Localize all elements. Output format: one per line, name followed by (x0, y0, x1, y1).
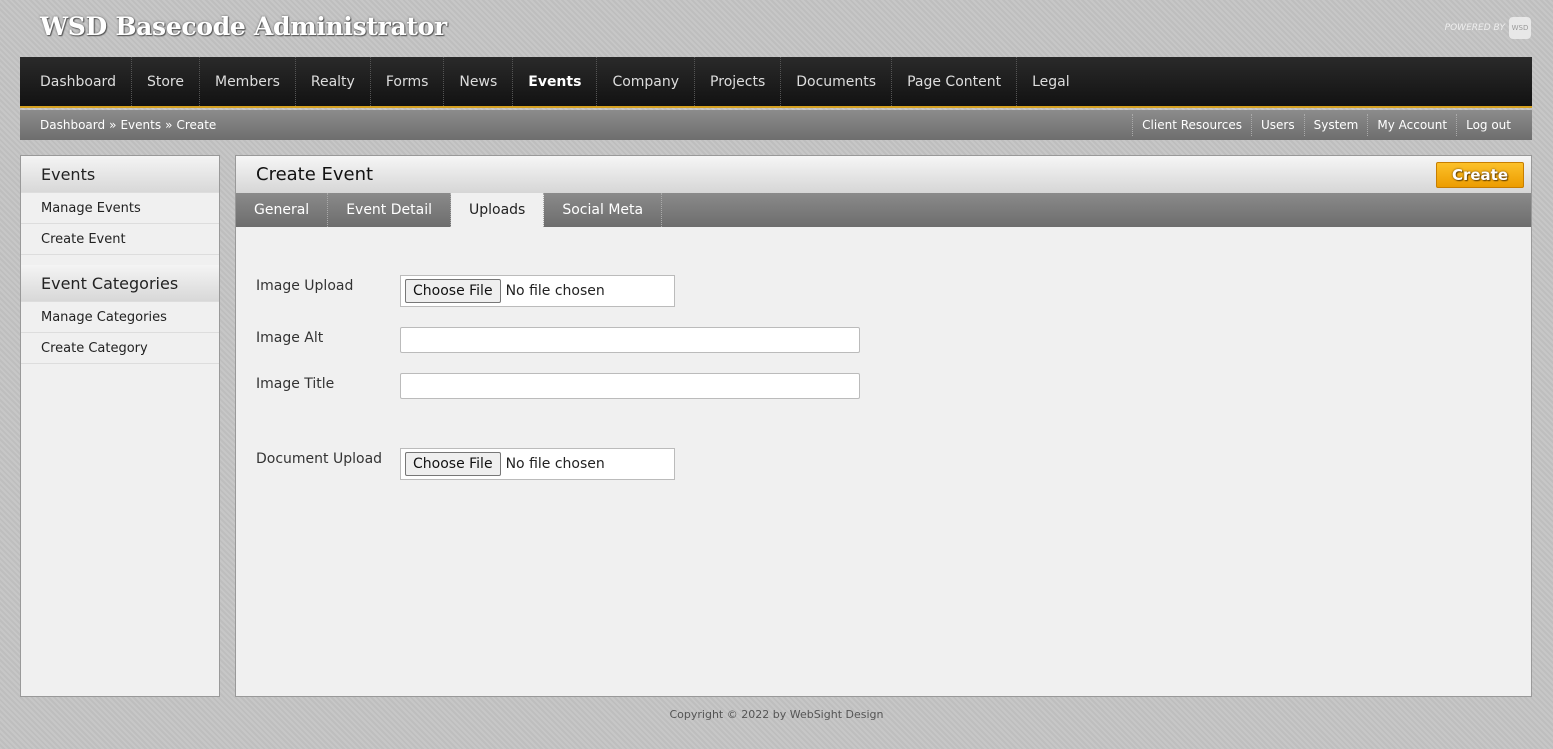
client-resources-link[interactable]: Client Resources (1132, 114, 1251, 136)
image-file-status: No file chosen (505, 283, 605, 299)
sidebar-item-manage-categories[interactable]: Manage Categories (21, 302, 219, 333)
breadcrumb-separator: » (165, 118, 173, 132)
document-file-status: No file chosen (505, 456, 605, 472)
app-title: WSD Basecode Administrator (40, 12, 447, 41)
powered-by[interactable]: POWERED BY WSD (1445, 17, 1531, 39)
image-upload-label: Image Upload (256, 278, 354, 294)
main-nav: Dashboard Store Members Realty Forms New… (20, 57, 1532, 108)
breadcrumb-dashboard[interactable]: Dashboard (40, 118, 105, 132)
nav-item-news[interactable]: News (444, 57, 514, 106)
page-title: Create Event (256, 164, 374, 185)
nav-item-legal[interactable]: Legal (1017, 57, 1085, 106)
sidebar-heading-event-categories: Event Categories (21, 265, 219, 302)
breadcrumb-create: Create (176, 118, 217, 132)
tab-event-detail[interactable]: Event Detail (328, 193, 451, 227)
nav-item-forms[interactable]: Forms (371, 57, 445, 106)
nav-item-realty[interactable]: Realty (296, 57, 371, 106)
main-header: Create Event Create (236, 156, 1531, 193)
document-choose-file-button[interactable]: Choose File (405, 452, 501, 476)
nav-item-page-content[interactable]: Page Content (892, 57, 1018, 106)
main-panel: Create Event Create General Event Detail… (235, 155, 1532, 697)
breadcrumb-events[interactable]: Events (120, 118, 161, 132)
powered-by-label: POWERED BY (1444, 23, 1505, 33)
sidebar-item-create-event[interactable]: Create Event (21, 224, 219, 255)
nav-item-store[interactable]: Store (132, 57, 200, 106)
tab-general[interactable]: General (236, 193, 329, 227)
wsd-logo-icon: WSD (1509, 17, 1531, 39)
tab-social-meta[interactable]: Social Meta (544, 193, 663, 227)
sidebar-item-create-category[interactable]: Create Category (21, 333, 219, 364)
system-link[interactable]: System (1303, 114, 1368, 136)
image-alt-input[interactable] (400, 327, 860, 353)
users-link[interactable]: Users (1251, 114, 1304, 136)
nav-item-company[interactable]: Company (597, 57, 696, 106)
nav-item-documents[interactable]: Documents (781, 57, 893, 106)
nav-item-events[interactable]: Events (513, 57, 598, 106)
sidebar-item-manage-events[interactable]: Manage Events (21, 193, 219, 224)
document-upload-field[interactable]: Choose File No file chosen (400, 448, 675, 480)
image-title-label: Image Title (256, 376, 335, 392)
my-account-link[interactable]: My Account (1367, 114, 1456, 136)
utility-links: Client Resources Users System My Account… (1132, 110, 1532, 140)
log-out-link[interactable]: Log out (1456, 114, 1520, 136)
tab-bar: General Event Detail Uploads Social Meta (236, 193, 1531, 227)
nav-item-dashboard[interactable]: Dashboard (20, 57, 132, 106)
create-button[interactable]: Create (1436, 162, 1524, 188)
document-upload-label: Document Upload (256, 451, 383, 467)
breadcrumb-separator: » (109, 118, 117, 132)
nav-item-members[interactable]: Members (200, 57, 296, 106)
image-alt-label: Image Alt (256, 330, 324, 346)
tab-uploads[interactable]: Uploads (451, 193, 545, 227)
image-choose-file-button[interactable]: Choose File (405, 279, 501, 303)
sidebar: Events Manage Events Create Event Event … (20, 155, 220, 697)
sub-bar: Dashboard » Events » Create Client Resou… (20, 110, 1532, 140)
image-upload-field[interactable]: Choose File No file chosen (400, 275, 675, 307)
image-title-input[interactable] (400, 373, 860, 399)
footer-copyright: Copyright © 2022 by WebSight Design (669, 708, 884, 721)
sidebar-heading-events: Events (21, 156, 219, 193)
nav-item-projects[interactable]: Projects (695, 57, 782, 106)
breadcrumb: Dashboard » Events » Create (20, 118, 216, 132)
